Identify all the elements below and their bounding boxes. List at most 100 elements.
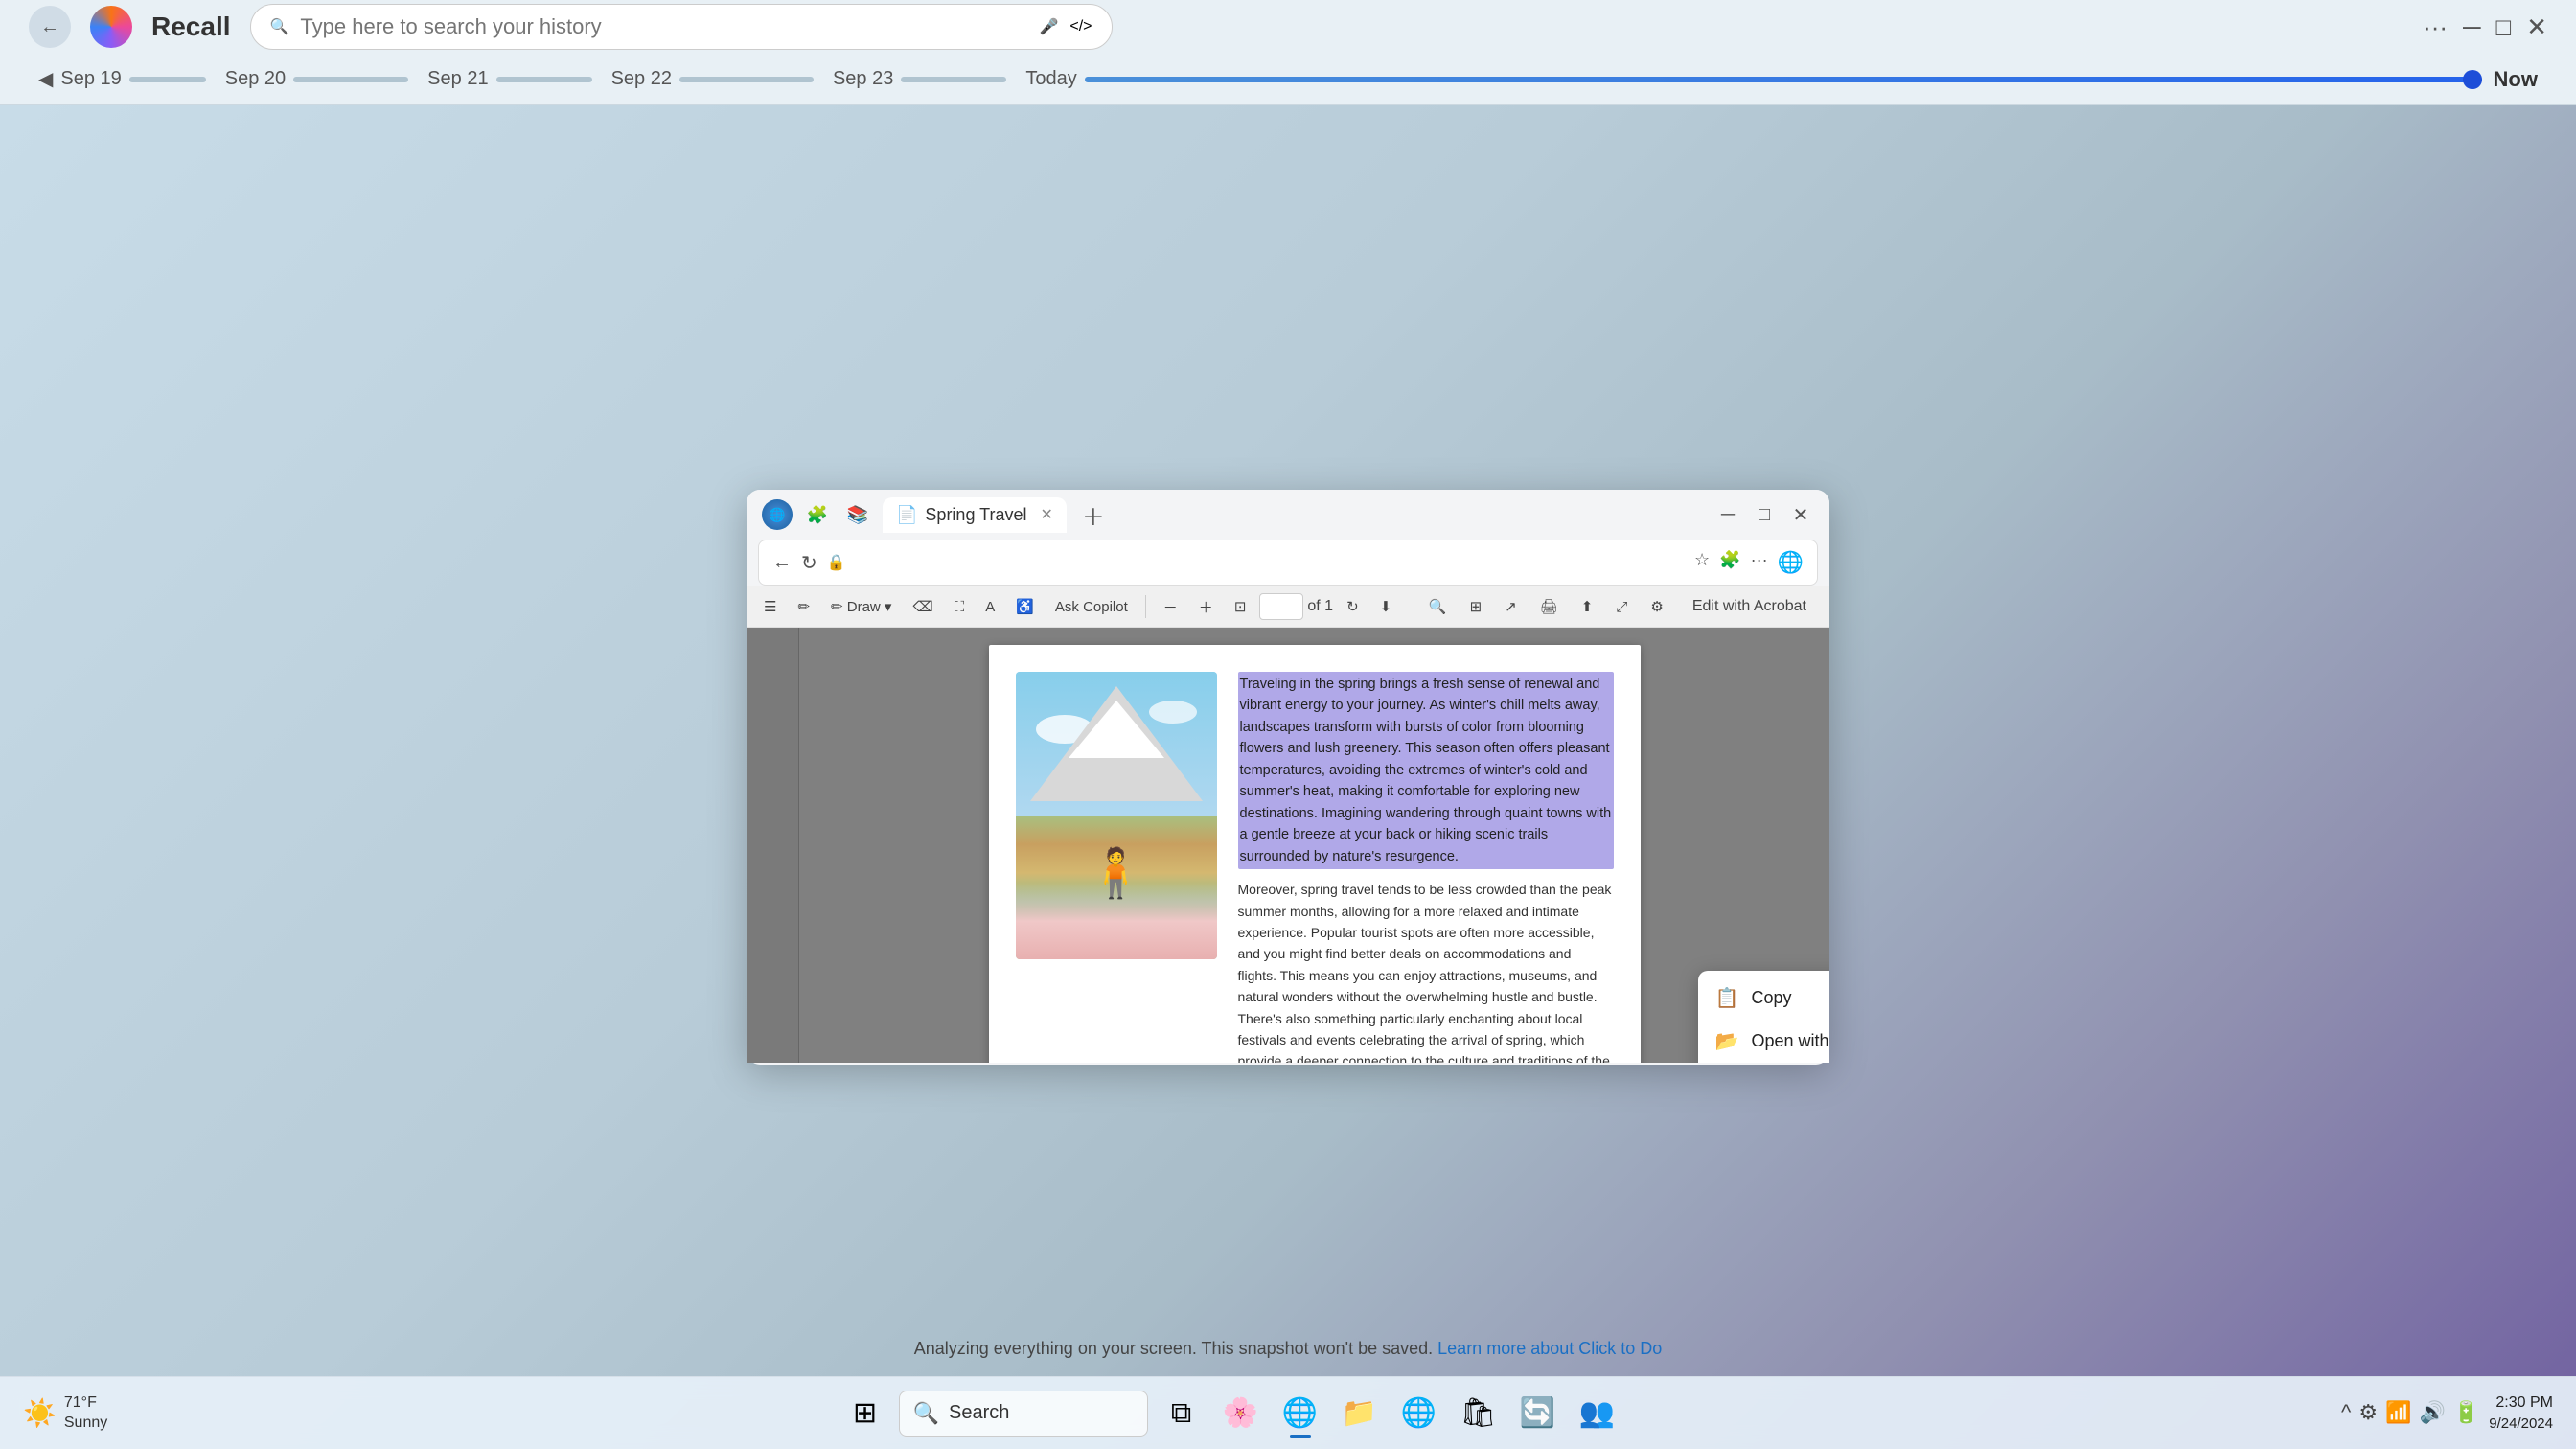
browser-addr-icons: ☆ 🧩 ··· 🌐 xyxy=(1694,550,1804,575)
taskbar-center: ⊞ 🔍 Search ⧉ 🌸 🌐 📁 🌐 🛍 🔄 👥 xyxy=(121,1388,2341,1439)
explorer-icon: 📁 xyxy=(1342,1396,1377,1430)
ask-copilot-button[interactable]: Ask Copilot xyxy=(1047,595,1136,619)
context-menu: 📋 Copy Ctrl+C 📂 Open with › 🔍 Search the… xyxy=(1698,971,1830,1063)
pdf-rotate-button[interactable]: ↻ xyxy=(1339,594,1367,619)
recall-search-input[interactable] xyxy=(300,14,1027,39)
pdf-sidebar-toggle[interactable]: ☰ xyxy=(756,594,784,619)
timeline-sep21[interactable]: Sep 21 xyxy=(427,68,591,90)
timeline-sep19-bar xyxy=(129,77,206,82)
edge-button[interactable]: 🌐 xyxy=(1275,1388,1326,1439)
browser-refresh-button[interactable]: ↻ xyxy=(801,551,817,575)
timeline-sep23[interactable]: Sep 23 xyxy=(833,68,1006,90)
pdf-zoom-out-button[interactable]: － xyxy=(1156,593,1185,621)
pdf-text-button[interactable]: A xyxy=(978,595,1002,619)
timeline-sep22-bar xyxy=(679,77,814,82)
weather-widget[interactable]: ☀️ 71°F Sunny xyxy=(23,1393,107,1434)
pdf-annotate-button[interactable]: ✏ xyxy=(790,594,817,619)
timeline-sep22[interactable]: Sep 22 xyxy=(611,68,814,90)
store-button[interactable]: 🛍 xyxy=(1453,1388,1505,1439)
pdf-page-total: of 1 xyxy=(1307,598,1333,615)
pdf-expand-button[interactable]: ⤢ xyxy=(1608,595,1635,619)
pdf-eraser-button[interactable]: ⌫ xyxy=(905,594,940,619)
more-options-icon[interactable]: ··· xyxy=(2423,12,2448,42)
code-icon[interactable]: </> xyxy=(1070,18,1092,35)
extensions-button[interactable]: 🧩 xyxy=(802,499,833,530)
settings-sys-icon[interactable]: ⚙ xyxy=(2358,1400,2378,1425)
back-button[interactable]: ← xyxy=(29,6,71,48)
recall-taskbar-button[interactable]: 🔄 xyxy=(1512,1388,1564,1439)
pdf-view-button[interactable]: ⊞ xyxy=(1462,594,1490,619)
pdf-fullscreen-button[interactable]: ⛶ xyxy=(947,595,973,619)
browser-close-button[interactable]: ✕ xyxy=(1787,501,1814,528)
timeline-sep20[interactable]: Sep 20 xyxy=(225,68,408,90)
pdf-content: 🧍 Traveling in the spring brings a fresh… xyxy=(747,628,1829,1063)
history-button[interactable]: 📚 xyxy=(842,499,873,530)
copy-label: Copy xyxy=(1752,988,1792,1008)
timeline-bar: ◀ Sep 19 Sep 20 Sep 21 Sep 22 Sep 23 Tod… xyxy=(0,54,2576,105)
recall-title: Recall xyxy=(151,12,231,42)
learn-more-link[interactable]: Learn more about Click to Do xyxy=(1438,1339,1662,1358)
timeline-dot xyxy=(2463,70,2482,89)
close-icon[interactable]: ✕ xyxy=(2526,12,2547,42)
pdf-draw-button[interactable]: ✏ Draw ▾ xyxy=(823,594,899,619)
tab-close-button[interactable]: ✕ xyxy=(1040,505,1052,524)
timeline-sep21-label: Sep 21 xyxy=(427,68,488,90)
start-button[interactable]: ⊞ xyxy=(840,1388,891,1439)
pdf-download-button[interactable]: ⬇ xyxy=(1372,594,1400,619)
timeline-back-button[interactable]: ◀ xyxy=(38,67,53,91)
maximize-icon[interactable]: □ xyxy=(2496,12,2511,42)
timeline-sep20-bar xyxy=(293,77,408,82)
context-menu-open-with[interactable]: 📂 Open with › xyxy=(1698,1020,1830,1063)
pdf-zoom-in-button[interactable]: ＋ xyxy=(1191,593,1221,621)
edit-with-acrobat-button[interactable]: Edit with Acrobat xyxy=(1679,592,1820,621)
timeline-sep19[interactable]: Sep 19 xyxy=(60,68,205,90)
browser-edge-icon[interactable]: 🌐 xyxy=(1778,550,1804,575)
recall-search-container: 🔍 🎤 </> xyxy=(250,4,1113,50)
flower-app-button[interactable]: 🌸 xyxy=(1215,1388,1267,1439)
top-bar-right: ··· ─ □ ✕ xyxy=(2423,12,2547,42)
figure-person: 🧍 xyxy=(1086,845,1145,902)
pdf-accessibility-button[interactable]: ♿ xyxy=(1008,594,1042,619)
browser-address-bar: ← ↻ 🔒 www.marqiestravel.com/springtravel… xyxy=(758,540,1818,586)
pdf-settings-button[interactable]: ⚙ xyxy=(1643,594,1670,619)
browser-more-icon[interactable]: ··· xyxy=(1751,550,1768,575)
pdf-share-button[interactable]: ↗ xyxy=(1497,594,1525,619)
taskbar-sys-icons: ^ ⚙ 📶 🔊 🔋 xyxy=(2341,1400,2479,1425)
new-tab-button[interactable]: ＋ xyxy=(1082,498,1105,532)
main-area: 🌐 🧩 📚 📄 Spring Travel ✕ ＋ ─ □ ✕ ← ↻ 🔒 ww… xyxy=(0,105,2576,1449)
taskbar-clock[interactable]: 2:30 PM 9/24/2024 xyxy=(2489,1392,2553,1434)
context-menu-copy[interactable]: 📋 Copy Ctrl+C xyxy=(1698,977,1830,1020)
notification-text: Analyzing everything on your screen. Thi… xyxy=(914,1339,1433,1358)
timeline-today-label: Today xyxy=(1025,68,1076,90)
mic-icon[interactable]: 🎤 xyxy=(1039,17,1058,36)
minimize-icon[interactable]: ─ xyxy=(2463,12,2480,42)
bookmark-star-icon[interactable]: ☆ xyxy=(1694,550,1710,575)
pdf-page-input[interactable]: 1 xyxy=(1259,593,1303,620)
pdf-image-column: 🧍 xyxy=(1016,672,1217,1063)
recall-logo xyxy=(90,6,132,48)
search-icon: 🔍 xyxy=(270,17,289,36)
edge2-button[interactable]: 🌐 xyxy=(1393,1388,1445,1439)
weather-desc: Sunny xyxy=(64,1414,107,1434)
timeline-today-bar xyxy=(1085,77,2482,82)
taskview-button[interactable]: ⧉ xyxy=(1156,1388,1208,1439)
battery-icon[interactable]: 🔋 xyxy=(2453,1400,2479,1425)
chevron-up-icon[interactable]: ^ xyxy=(2341,1400,2351,1425)
browser-back-button[interactable]: ← xyxy=(772,552,792,574)
browser-restore-button[interactable]: □ xyxy=(1751,501,1778,528)
network-icon[interactable]: 📶 xyxy=(2385,1400,2411,1425)
pdf-save-button[interactable]: ⬆ xyxy=(1574,594,1601,619)
pdf-print-button[interactable]: 🖨 xyxy=(1532,594,1566,619)
browser-extensions-icon[interactable]: 🧩 xyxy=(1719,550,1740,575)
browser-minimize-button[interactable]: ─ xyxy=(1714,501,1741,528)
tab-title: Spring Travel xyxy=(925,505,1026,525)
pdf-fit-button[interactable]: ⊡ xyxy=(1227,594,1254,619)
pdf-search-button[interactable]: 🔍 xyxy=(1421,594,1455,619)
browser-url-input[interactable]: www.marqiestravel.com/springtravelideas/… xyxy=(856,553,1685,572)
teams-button[interactable]: 👥 xyxy=(1572,1388,1623,1439)
taskbar-search-box[interactable]: 🔍 Search xyxy=(899,1391,1148,1437)
volume-icon[interactable]: 🔊 xyxy=(2419,1400,2445,1425)
explorer-button[interactable]: 📁 xyxy=(1334,1388,1386,1439)
browser-tab[interactable]: 📄 Spring Travel ✕ xyxy=(883,497,1067,533)
tab-pdf-icon: 📄 xyxy=(896,505,917,525)
